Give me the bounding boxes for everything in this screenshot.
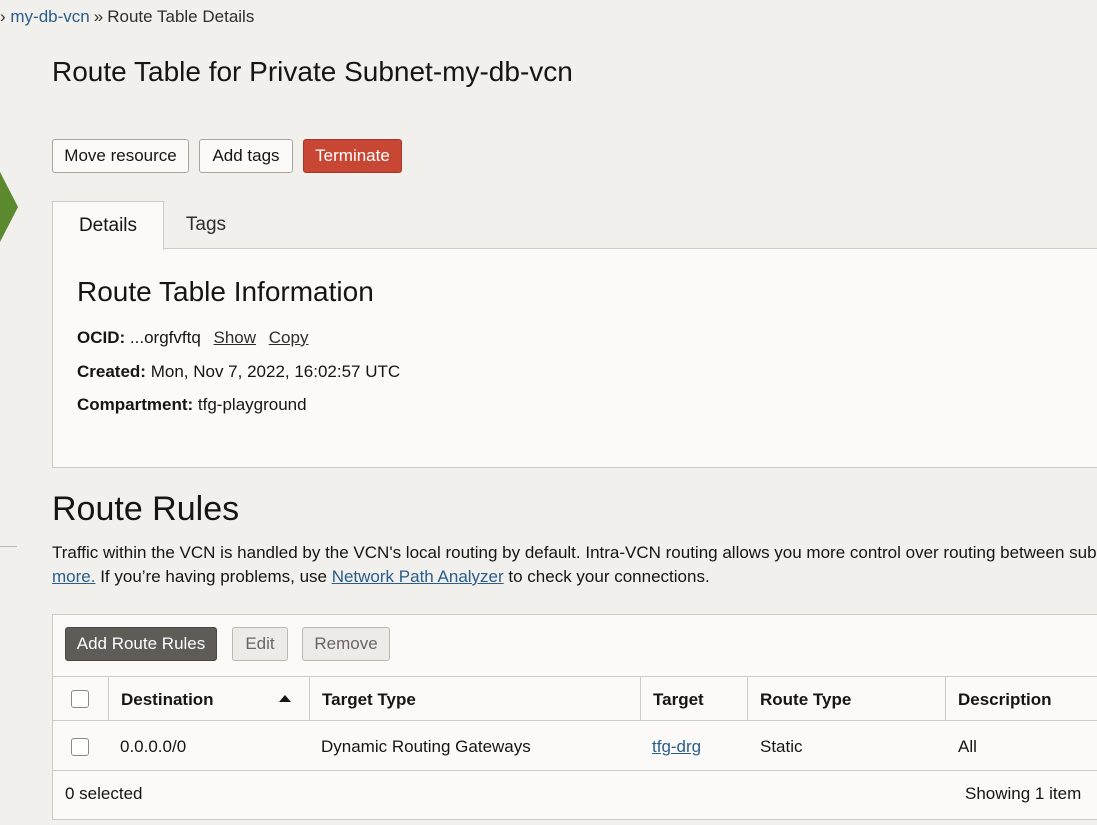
add-route-rules-button[interactable]: Add Route Rules [65,627,217,661]
route-rules-heading: Route Rules [52,490,240,528]
column-header-route-type[interactable]: Route Type [760,690,851,710]
description-text-end: to check your connections. [503,567,710,586]
column-divider[interactable] [945,676,946,721]
showing-count: Showing 1 item [965,784,1082,803]
ocid-value: ...orgfvftq [129,328,201,347]
side-arrow-icon [0,172,18,242]
breadcrumb-separator: » [93,7,104,26]
target-link[interactable]: tfg-drg [652,737,701,756]
ocid-label: OCID: [77,328,126,347]
page-title: Route Table for Private Subnet-my-db-vcn [52,56,573,87]
breadcrumb-link-vcn[interactable]: my-db-vcn [10,7,89,26]
tab-details[interactable]: Details [52,201,164,250]
sort-ascending-icon[interactable] [279,695,291,702]
column-divider[interactable] [640,676,641,721]
cell-description: All [958,737,977,756]
edit-button[interactable]: Edit [232,627,288,661]
table-row [53,721,1097,771]
add-tags-button[interactable]: Add tags [199,139,293,173]
ocid-copy-link[interactable]: Copy [269,328,309,347]
description-line-1: Traffic within the VCN is handled by the… [52,543,1097,562]
select-all-checkbox[interactable] [71,690,89,708]
column-header-destination[interactable]: Destination [121,690,214,710]
row-select-checkbox[interactable] [71,738,89,756]
compartment-value: tfg-playground [197,395,307,414]
selected-count: 0 selected [65,784,143,803]
side-divider [0,546,17,547]
ocid-show-link[interactable]: Show [214,328,257,347]
move-resource-button[interactable]: Move resource [52,139,189,173]
description-text-mid: If you’re having problems, use [95,567,332,586]
breadcrumb-leading-separator: › [0,7,11,26]
created-value: Mon, Nov 7, 2022, 16:02:57 UTC [150,362,401,381]
column-divider[interactable] [747,676,748,721]
compartment-row: Compartment: tfg-playground [77,395,307,415]
cell-target-type: Dynamic Routing Gateways [321,737,531,756]
tab-tags[interactable]: Tags [168,201,244,249]
route-table-information-heading: Route Table Information [77,276,374,307]
compartment-label: Compartment: [77,395,194,414]
breadcrumb: › my-db-vcn» Route Table Details [0,7,254,27]
column-header-description[interactable]: Description [958,690,1052,710]
terminate-button[interactable]: Terminate [303,139,402,173]
remove-button[interactable]: Remove [302,627,390,661]
column-header-target[interactable]: Target [653,690,704,710]
cell-destination: 0.0.0.0/0 [120,737,187,756]
created-label: Created: [77,362,146,381]
breadcrumb-current: Route Table Details [107,7,255,26]
description-line-2: more. If you’re having problems, use Net… [52,565,1097,589]
created-row: Created: Mon, Nov 7, 2022, 16:02:57 UTC [77,362,400,382]
ocid-row: OCID: ...orgfvftq Show Copy [77,328,308,348]
column-header-target-type[interactable]: Target Type [322,690,416,710]
column-divider[interactable] [309,676,310,721]
learn-more-link[interactable]: more. [52,567,95,586]
route-rules-description: Traffic within the VCN is handled by the… [52,541,1097,589]
column-divider [108,676,109,721]
cell-route-type: Static [760,737,803,756]
network-path-analyzer-link[interactable]: Network Path Analyzer [332,567,504,586]
cell-target: tfg-drg [652,737,701,757]
